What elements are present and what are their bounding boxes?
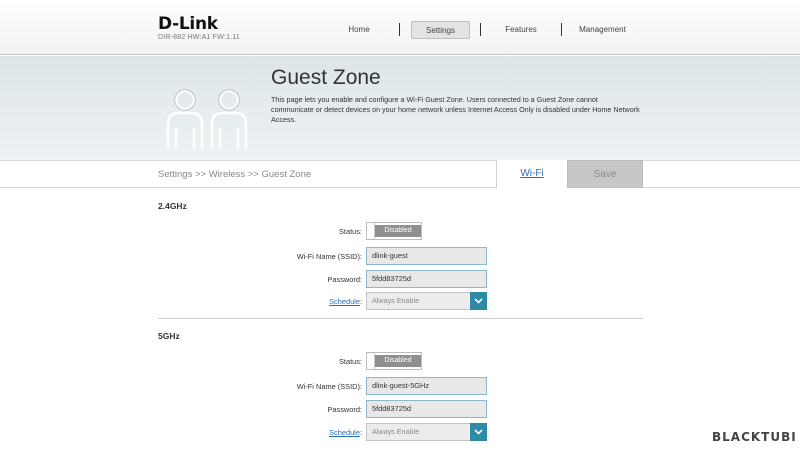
ssid-input[interactable]: dlink-guest-5GHz — [366, 377, 487, 395]
top-bar: D-Link DIR-882 HW:A1 FW:1.11 Home Settin… — [0, 0, 800, 55]
schedule-value: Always Enable — [372, 427, 420, 436]
schedule-value: Always Enable — [372, 296, 420, 305]
nav-management[interactable]: Management — [570, 21, 635, 39]
status-toggle[interactable]: Disabled — [366, 222, 422, 240]
page-title: Guest Zone — [271, 66, 381, 89]
model-info: DIR-882 HW:A1 FW:1.11 — [158, 34, 241, 41]
breadcrumb-bar — [0, 160, 800, 188]
dlink-logo: D-Link — [158, 14, 218, 34]
password-input[interactable]: 5fdd83725d — [366, 400, 487, 418]
schedule-label: Schedule: — [222, 428, 362, 437]
watermark: BLACKTUBI — [712, 430, 797, 444]
toggle-knob — [367, 353, 375, 369]
page-description: This page lets you enable and configure … — [271, 95, 640, 124]
nav-divider — [480, 23, 481, 36]
schedule-colon: : — [359, 297, 362, 306]
schedule-select[interactable]: Always Enable — [366, 423, 487, 441]
schedule-link[interactable]: Schedule — [329, 297, 360, 306]
schedule-colon: : — [359, 428, 362, 437]
nav-divider — [399, 23, 400, 36]
schedule-link[interactable]: Schedule — [329, 428, 360, 437]
toggle-state: Disabled — [375, 355, 421, 367]
toggle-knob — [367, 223, 375, 239]
nav-divider — [561, 23, 562, 36]
status-label: Status: — [338, 227, 362, 236]
nav-home[interactable]: Home — [335, 21, 383, 39]
chevron-down-icon[interactable] — [470, 423, 487, 441]
status-label: Status: — [338, 357, 362, 366]
section-title-2-4ghz: 2.4GHz — [158, 201, 187, 211]
ssid-input[interactable]: dlink-guest — [366, 247, 487, 265]
status-toggle[interactable]: Disabled — [366, 352, 422, 370]
two-users-icon — [162, 88, 258, 153]
chevron-down-icon[interactable] — [470, 292, 487, 310]
password-input[interactable]: 5fdd83725d — [366, 270, 487, 288]
tab-wifi[interactable]: Wi-Fi — [496, 160, 567, 188]
section-title-5ghz: 5GHz — [158, 331, 180, 341]
password-label: Password: — [327, 405, 362, 414]
password-label: Password: — [327, 275, 362, 284]
save-button[interactable]: Save — [567, 160, 643, 188]
nav-settings[interactable]: Settings — [411, 21, 470, 39]
section-divider — [158, 318, 643, 319]
nav-features[interactable]: Features — [495, 21, 547, 39]
schedule-select[interactable]: Always Enable — [366, 292, 487, 310]
ssid-label: Wi-Fi Name (SSID): — [296, 382, 362, 391]
toggle-state: Disabled — [375, 225, 421, 237]
breadcrumb: Settings >> Wireless >> Guest Zone — [158, 169, 312, 180]
ssid-label: Wi-Fi Name (SSID): — [296, 252, 362, 261]
schedule-label: Schedule: — [222, 297, 362, 306]
